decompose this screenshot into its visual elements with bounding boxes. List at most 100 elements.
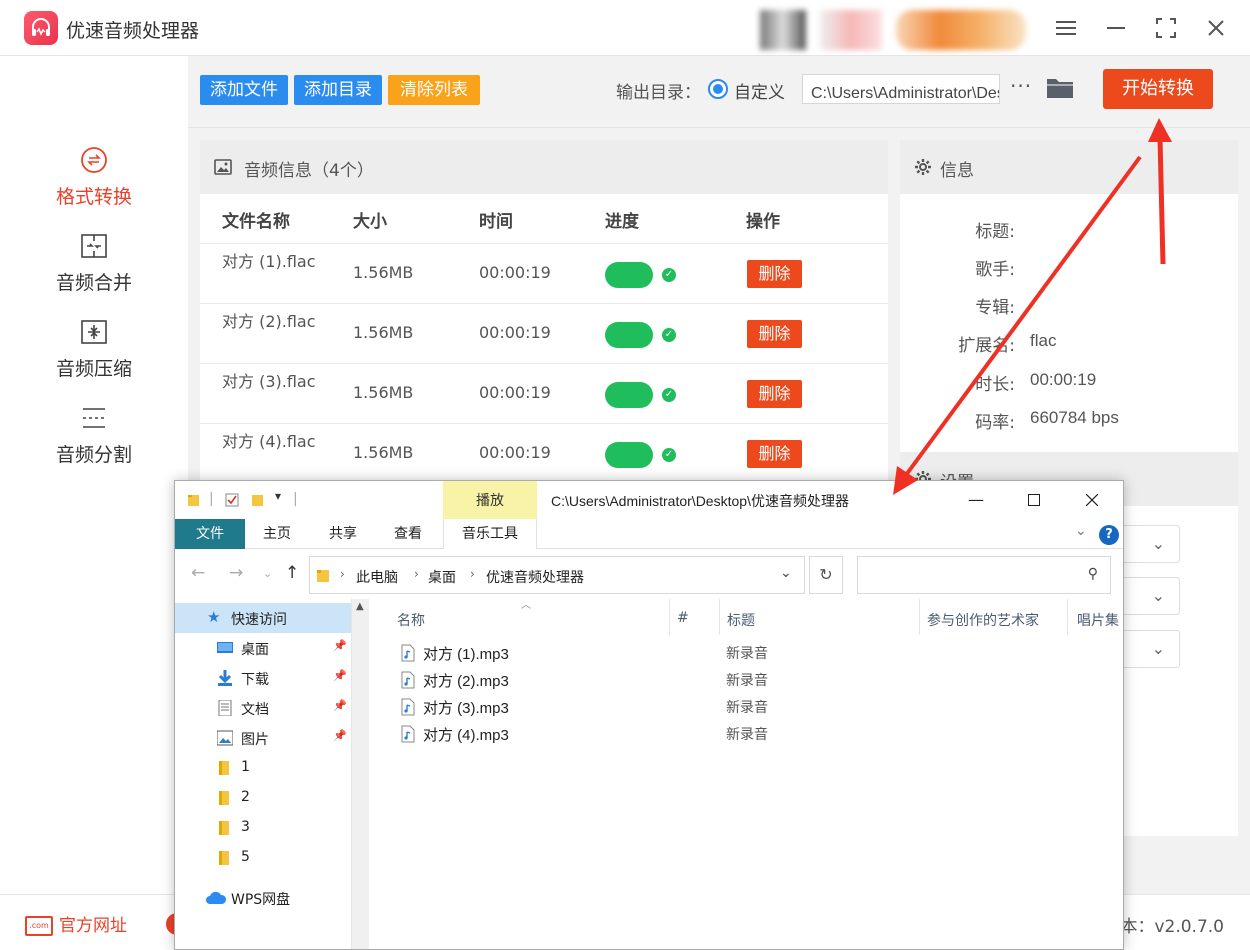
nav-folder-3[interactable]: 3 — [175, 813, 351, 843]
delete-button[interactable]: 删除 — [747, 260, 802, 288]
tab-view[interactable]: 查看 — [379, 519, 437, 549]
table-row[interactable]: 对方 (1).flac 1.56MB 00:00:19 ✓ 删除 — [200, 243, 888, 303]
forward-arrow-icon[interactable]: → — [229, 563, 243, 583]
list-item[interactable]: 对方 (3).mp3 新录音 — [369, 693, 1123, 720]
blurred-user-info — [820, 10, 882, 50]
sidebar-item-label: 音频压缩 — [55, 358, 132, 380]
breadcrumb-this-pc[interactable]: 此电脑 — [356, 567, 398, 587]
nav-wps-cloud[interactable]: WPS网盘 — [175, 883, 351, 913]
chevron-down-icon: ⌄ — [1151, 534, 1165, 553]
col-header-size: 大小 — [353, 212, 387, 232]
check-icon: ✓ — [662, 328, 676, 342]
info-label-bitrate: 码率: — [975, 413, 1015, 433]
pin-icon: 📌 — [333, 699, 347, 712]
list-item[interactable]: 对方 (2).mp3 新录音 — [369, 666, 1123, 693]
maximize-icon[interactable] — [1152, 14, 1180, 42]
refresh-button[interactable]: ↻ — [809, 556, 843, 594]
refresh-icon: ↻ — [819, 565, 833, 584]
sidebar-item-merge[interactable]: 音频合并 — [0, 232, 188, 312]
sidebar-item-compress[interactable]: 音频压缩 — [0, 318, 188, 398]
add-file-button[interactable]: 添加文件 — [200, 75, 288, 105]
nav-scrollbar[interactable]: ▲ — [351, 599, 369, 949]
col-header-name[interactable]: 名称 — [397, 610, 425, 630]
table-row[interactable]: 对方 (2).flac 1.56MB 00:00:19 ✓ 删除 — [200, 303, 888, 363]
properties-icon[interactable] — [225, 493, 239, 507]
tab-share[interactable]: 共享 — [313, 519, 373, 549]
start-convert-button[interactable]: 开始转换 — [1103, 69, 1213, 109]
info-value-bitrate: 660784 bps — [1030, 408, 1119, 427]
close-icon[interactable] — [1202, 14, 1230, 42]
sidebar-item-split[interactable]: 音频分割 — [0, 404, 188, 484]
settings-format-select[interactable]: ⌄ — [1120, 525, 1180, 563]
menu-icon[interactable] — [1052, 14, 1080, 42]
nav-quick-access[interactable]: ★ 快速访问 — [175, 603, 351, 633]
minimize-icon[interactable] — [1102, 14, 1130, 42]
nav-folder-5[interactable]: 5 — [175, 843, 351, 873]
recent-dropdown-icon[interactable]: ⌄ — [263, 567, 272, 580]
desktop-icon — [217, 642, 233, 653]
separator: | — [293, 491, 298, 507]
title-bar: 优速音频处理器 — [0, 0, 1250, 56]
nav-desktop[interactable]: 桌面 📌 — [175, 633, 351, 663]
delete-button[interactable]: 删除 — [747, 380, 802, 408]
table-row[interactable]: 对方 (4).flac 1.56MB 00:00:19 ✓ 删除 — [200, 423, 888, 483]
app-title: 优速音频处理器 — [66, 20, 200, 42]
nav-folder-1[interactable]: 1 — [175, 753, 351, 783]
address-bar[interactable]: › 此电脑 › 桌面 › 优速音频处理器 ⌄ — [309, 556, 805, 594]
col-header-number[interactable]: # — [677, 610, 689, 626]
explorer-close-icon[interactable] — [1077, 487, 1107, 513]
sort-up-icon: ︿ — [521, 600, 531, 611]
nav-label: 1 — [241, 759, 250, 775]
file-name: 对方 (3).mp3 — [423, 700, 509, 717]
search-input[interactable]: ⚲ — [857, 556, 1111, 594]
tab-home[interactable]: 主页 — [247, 519, 307, 549]
output-custom-radio[interactable] — [708, 79, 728, 99]
clear-list-button[interactable]: 清除列表 — [388, 75, 480, 105]
image-icon — [214, 159, 232, 175]
col-header-album[interactable]: 唱片集 — [1077, 610, 1119, 630]
scroll-up-icon[interactable]: ▲ — [356, 601, 364, 612]
nav-pictures[interactable]: 图片 📌 — [175, 723, 351, 753]
breadcrumb-folder[interactable]: 优速音频处理器 — [486, 567, 584, 587]
folder-icon[interactable] — [1046, 76, 1074, 100]
file-explorer-window: | ▾ | 播放 C:\Users\Administrator\Desktop\… — [174, 480, 1124, 950]
nav-folder-2[interactable]: 2 — [175, 783, 351, 813]
back-arrow-icon[interactable]: ← — [191, 563, 205, 583]
tab-music-tools[interactable]: 音乐工具 — [443, 519, 537, 549]
more-options-button[interactable]: ··· — [1010, 74, 1032, 98]
table-row[interactable]: 对方 (3).flac 1.56MB 00:00:19 ✓ 删除 — [200, 363, 888, 423]
toolbar: 添加文件 添加目录 清除列表 输出目录： 自定义 C:\Users\Admini… — [188, 56, 1250, 128]
chevron-down-icon: ⌄ — [1151, 586, 1165, 605]
sidebar-item-format-convert[interactable]: 格式转换 — [0, 146, 188, 226]
file-name: 对方 (3).flac — [222, 372, 316, 391]
up-arrow-icon[interactable]: ↑ — [285, 563, 299, 583]
delete-button[interactable]: 删除 — [747, 440, 802, 468]
col-header-artist[interactable]: 参与创作的艺术家 — [927, 610, 1039, 630]
new-folder-icon[interactable] — [251, 493, 265, 507]
explorer-minimize-icon[interactable]: — — [961, 487, 991, 513]
col-header-title[interactable]: 标题 — [727, 610, 755, 630]
breadcrumb-desktop[interactable]: 桌面 — [428, 567, 456, 587]
nav-label: 下载 — [241, 672, 269, 688]
output-dir-label: 输出目录： — [616, 83, 701, 103]
quick-access-dropdown-icon[interactable]: ▾ — [275, 489, 281, 503]
list-item[interactable]: 对方 (1).mp3 新录音 — [369, 639, 1123, 666]
explorer-maximize-icon[interactable] — [1019, 487, 1049, 513]
settings-channel-select[interactable]: ⌄ — [1120, 630, 1180, 668]
file-time: 00:00:19 — [479, 383, 551, 402]
delete-button[interactable]: 删除 — [747, 320, 802, 348]
check-icon: ✓ — [662, 448, 676, 462]
output-path-input[interactable]: C:\Users\Administrator\Desktop\优速音频处理器 — [802, 74, 1000, 104]
add-dir-button[interactable]: 添加目录 — [294, 75, 382, 105]
settings-quality-select[interactable]: ⌄ — [1120, 577, 1180, 615]
ribbon-expand-icon[interactable]: ⌄ — [1075, 523, 1087, 539]
file-size: 1.56MB — [353, 323, 414, 342]
tab-file[interactable]: 文件 — [175, 519, 245, 549]
list-item[interactable]: 对方 (4).mp3 新录音 — [369, 720, 1123, 747]
help-icon[interactable]: ? — [1099, 525, 1119, 545]
nav-documents[interactable]: 文档 📌 — [175, 693, 351, 723]
info-label-title: 标题: — [975, 222, 1015, 242]
official-site-link[interactable]: .com 官方网址 — [25, 911, 127, 936]
address-dropdown-icon[interactable]: ⌄ — [780, 565, 792, 581]
nav-downloads[interactable]: 下载 📌 — [175, 663, 351, 693]
